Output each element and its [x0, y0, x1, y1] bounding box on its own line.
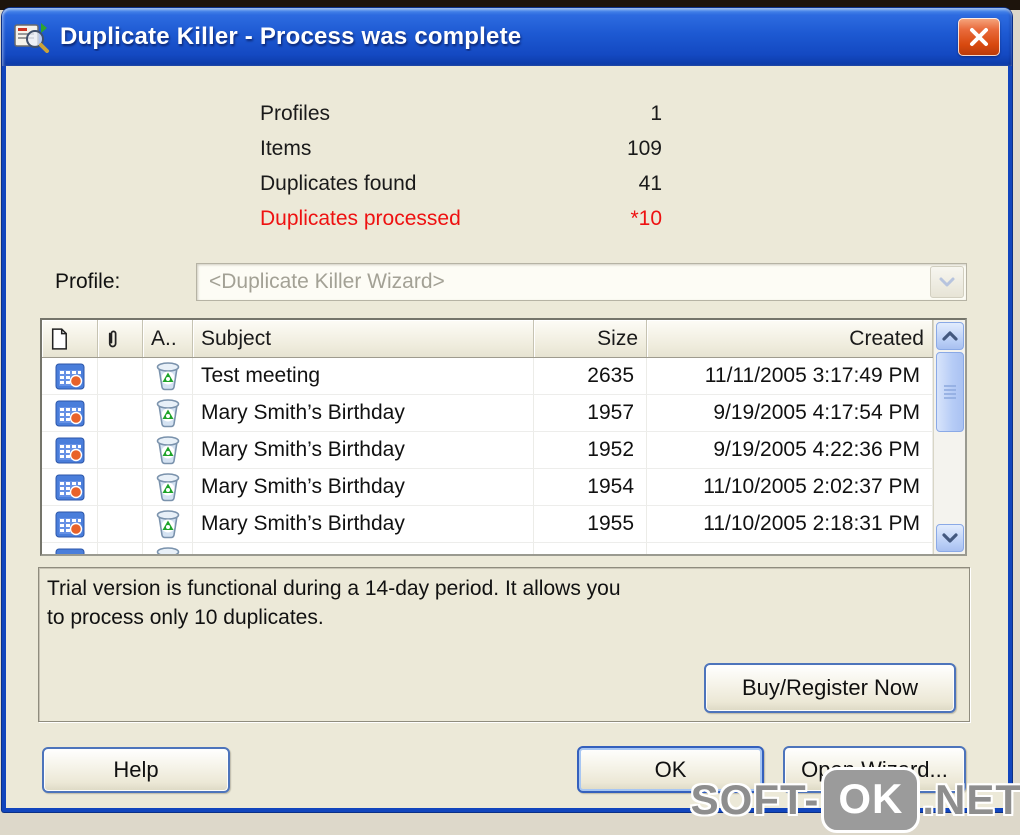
cell-size: 1955 [534, 506, 647, 542]
help-button[interactable]: Help [42, 747, 230, 793]
cell-subject: Test meeting [193, 358, 534, 394]
table-body: Test meeting 2635 11/11/2005 3:17:49 PM … [42, 358, 933, 554]
table-row[interactable]: Mary Smith’s Birthday 1955 11/10/2005 2:… [42, 506, 933, 543]
summary-stats: Profiles 1 Items 109 Duplicates found 41… [260, 96, 662, 236]
cell-subject: Mary Smith’s Birthday [193, 395, 534, 431]
scroll-down-button[interactable] [935, 524, 964, 552]
chevron-up-icon [941, 331, 958, 341]
processed-trash-icon [156, 473, 179, 502]
processed-trash-icon [156, 510, 179, 539]
stat-label: Duplicates found [260, 172, 417, 195]
processed-trash-icon [156, 362, 179, 391]
scroll-up-button[interactable] [935, 322, 964, 350]
watermark-prefix: SOFT- [690, 776, 820, 823]
profile-label: Profile: [55, 270, 121, 293]
calendar-icon [55, 400, 84, 427]
scrollbar-grip [943, 385, 956, 399]
profile-combobox-value: <Duplicate Killer Wizard> [209, 270, 445, 293]
close-icon [970, 28, 988, 46]
trial-info-box: Trial version is functional during a 14-… [38, 567, 970, 722]
cell-size: 2635 [534, 358, 647, 394]
processed-trash-icon [156, 399, 179, 428]
processed-trash-icon [156, 436, 179, 465]
chevron-down-icon [939, 277, 955, 287]
stat-duplicates-processed: Duplicates processed *10 [260, 201, 662, 236]
cell-size: 1957 [534, 395, 647, 431]
cell-subject: Mary Smith’s Birthday [193, 506, 534, 542]
stat-value: 1 [650, 102, 662, 125]
close-button[interactable] [958, 18, 1000, 56]
trial-message-line2: to process only 10 duplicates. [47, 606, 324, 629]
app-icon [14, 21, 50, 53]
stat-label: Duplicates processed [260, 207, 461, 230]
column-header-created[interactable]: Created [647, 320, 933, 357]
watermark-badge: OK [821, 767, 921, 833]
column-header-item-type[interactable] [42, 320, 98, 357]
title-bar: Duplicate Killer - Process was complete [2, 8, 1012, 66]
column-header-attachment[interactable] [98, 320, 143, 357]
screen: Duplicate Killer - Process was complete … [0, 0, 1020, 835]
window-title: Duplicate Killer - Process was complete [60, 23, 522, 50]
cell-created: 11/11/2005 3:17:49 PM [647, 358, 933, 394]
stat-value: 109 [626, 137, 662, 160]
chevron-down-icon [941, 533, 958, 543]
profile-combobox[interactable]: <Duplicate Killer Wizard> [196, 263, 967, 301]
watermark-suffix: .NET [922, 776, 1020, 823]
table-row[interactable]: Mary Smith’s Birthday 1952 9/19/2005 4:2… [42, 432, 933, 469]
trial-message: Trial version is functional during a 14-… [47, 574, 621, 632]
duplicates-table: A.. Subject Size Created Test meeting 26… [40, 318, 967, 556]
buy-register-button[interactable]: Buy/Register Now [704, 663, 956, 713]
table-row-partial[interactable] [42, 543, 933, 554]
stat-profiles: Profiles 1 [260, 96, 662, 131]
paperclip-icon [108, 330, 117, 347]
table-row[interactable]: Test meeting 2635 11/11/2005 3:17:49 PM [42, 358, 933, 395]
stat-label: Profiles [260, 102, 331, 125]
processed-trash-icon [156, 547, 179, 554]
cell-created: 11/10/2005 2:02:37 PM [647, 469, 933, 505]
document-icon [51, 327, 67, 350]
stat-value: 41 [638, 172, 662, 195]
calendar-icon [55, 363, 84, 390]
stat-duplicates-found: Duplicates found 41 [260, 166, 662, 201]
table-header: A.. Subject Size Created [42, 320, 933, 358]
column-header-subject[interactable]: Subject [193, 320, 534, 357]
calendar-icon [55, 548, 84, 554]
column-header-size[interactable]: Size [534, 320, 647, 357]
cell-created: 9/19/2005 4:22:36 PM [647, 432, 933, 468]
trial-message-line1: Trial version is functional during a 14-… [47, 577, 621, 600]
stat-value: *10 [630, 207, 662, 230]
table-scrollbar[interactable] [933, 320, 965, 554]
calendar-icon [55, 437, 84, 464]
cell-subject: Mary Smith’s Birthday [193, 432, 534, 468]
calendar-icon [55, 511, 84, 538]
scrollbar-thumb[interactable] [935, 352, 964, 432]
stat-items: Items 109 [260, 131, 662, 166]
cell-size: 1954 [534, 469, 647, 505]
cell-subject: Mary Smith’s Birthday [193, 469, 534, 505]
table-content: A.. Subject Size Created Test meeting 26… [42, 320, 933, 554]
column-header-action[interactable]: A.. [143, 320, 193, 357]
cell-size: 1952 [534, 432, 647, 468]
stat-label: Items [260, 137, 312, 160]
table-row[interactable]: Mary Smith’s Birthday 1957 9/19/2005 4:1… [42, 395, 933, 432]
cell-created: 9/19/2005 4:17:54 PM [647, 395, 933, 431]
soft-ok-net-watermark: SOFT- OK .NET [691, 767, 1020, 833]
table-row[interactable]: Mary Smith’s Birthday 1954 11/10/2005 2:… [42, 469, 933, 506]
calendar-icon [55, 474, 84, 501]
combobox-dropdown-button[interactable] [930, 266, 964, 298]
cell-created: 11/10/2005 2:18:31 PM [647, 506, 933, 542]
